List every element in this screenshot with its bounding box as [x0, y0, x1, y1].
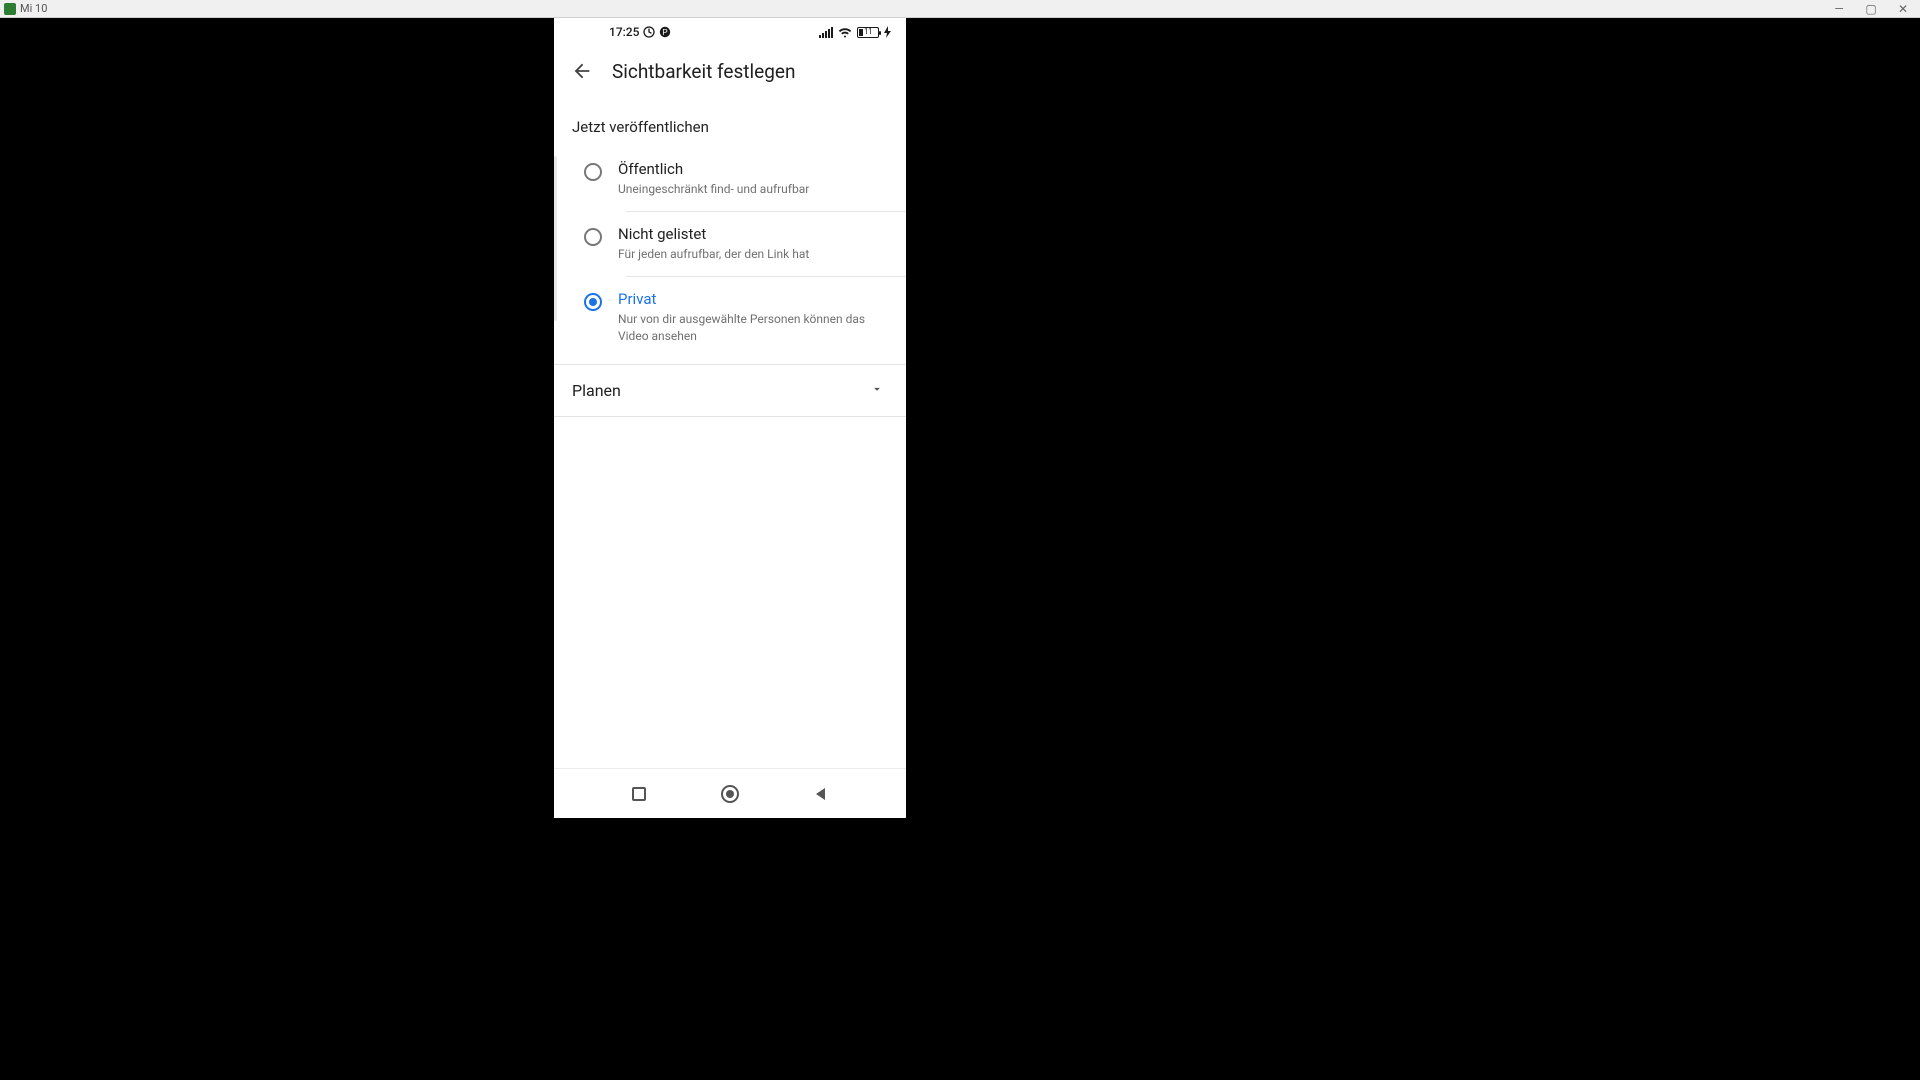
window-maximize-icon[interactable]: ▢ [1864, 2, 1878, 16]
option-unlisted[interactable]: Nicht gelistet Für jeden aufrufbar, der … [554, 211, 906, 276]
battery-icon: 11 [857, 27, 879, 38]
nav-recent-button[interactable] [616, 779, 662, 809]
notification-dot-icon [643, 26, 655, 38]
vysor-app-icon [4, 3, 16, 15]
android-status-bar: 17:25 P 11 [554, 18, 906, 46]
window-close-icon[interactable]: ✕ [1896, 2, 1910, 16]
mirror-stage: 17:25 P 11 [0, 18, 1920, 1080]
page-title: Sichtbarkeit festlegen [612, 60, 795, 83]
option-title: Nicht gelistet [618, 225, 888, 243]
nav-home-button[interactable] [707, 779, 753, 809]
radio-unchecked-icon [584, 228, 602, 246]
option-public[interactable]: Öffentlich Uneingeschränkt find- und auf… [554, 146, 906, 211]
radio-unchecked-icon [584, 163, 602, 181]
charging-icon [884, 26, 891, 38]
notification-icon: P [659, 26, 671, 38]
window-minimize-icon[interactable]: — [1832, 2, 1846, 16]
option-title: Privat [618, 290, 888, 308]
square-icon [632, 787, 646, 801]
triangle-left-icon [813, 786, 829, 802]
android-nav-bar [554, 768, 906, 818]
nav-back-button[interactable] [798, 779, 844, 809]
svg-text:P: P [663, 28, 668, 37]
circle-icon [721, 785, 739, 803]
visibility-options: Öffentlich Uneingeschränkt find- und auf… [554, 146, 906, 358]
app-bar: Sichtbarkeit festlegen [554, 46, 906, 96]
content-spacer [554, 417, 906, 768]
option-subtitle: Uneingeschränkt find- und aufrufbar [618, 181, 888, 197]
schedule-label: Planen [572, 381, 621, 400]
radio-checked-icon [584, 293, 602, 311]
signal-icon [819, 27, 833, 38]
phone-screen: 17:25 P 11 [554, 18, 906, 818]
host-window-titlebar: Mi 10 — ▢ ✕ [0, 0, 1920, 18]
section-publish-now-label: Jetzt veröffentlichen [554, 96, 906, 146]
wifi-icon [838, 27, 852, 38]
status-time: 17:25 [609, 25, 639, 39]
arrow-left-icon [571, 60, 593, 82]
option-title: Öffentlich [618, 160, 888, 178]
schedule-row[interactable]: Planen [554, 365, 906, 417]
option-subtitle: Nur von dir ausgewählte Personen können … [618, 311, 888, 343]
option-subtitle: Für jeden aufrufbar, der den Link hat [618, 246, 888, 262]
host-window-controls: — ▢ ✕ [1832, 2, 1916, 16]
host-window-title: Mi 10 [20, 2, 47, 15]
chevron-down-icon [870, 381, 884, 400]
back-button[interactable] [570, 59, 594, 83]
option-private[interactable]: Privat Nur von dir ausgewählte Personen … [554, 276, 906, 357]
